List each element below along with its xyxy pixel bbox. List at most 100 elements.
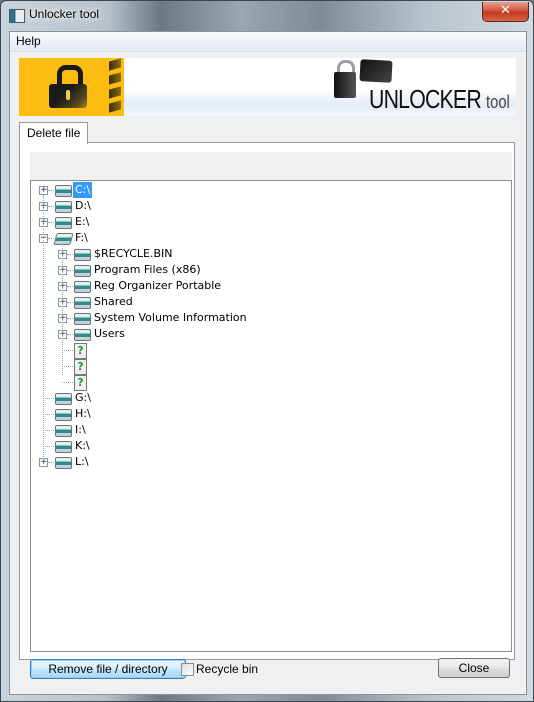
tree-node-label[interactable]: Program Files (x86)	[92, 262, 203, 278]
banner: UNLOCKER tool	[19, 58, 516, 116]
tree-connector	[62, 350, 73, 351]
tree-node[interactable]: ?	[31, 374, 509, 391]
recycle-bin-checkbox[interactable]	[181, 663, 194, 676]
padlock-body	[49, 84, 87, 108]
tree-connector	[43, 414, 54, 415]
tree-node-label[interactable]: G:\	[73, 390, 93, 406]
drive-icon	[53, 231, 74, 245]
drive-icon	[55, 199, 72, 213]
hazard-stripe	[109, 86, 121, 99]
logo-sub: tool	[486, 92, 510, 112]
window-title: Unlocker tool	[29, 7, 100, 21]
drive-icon	[55, 407, 72, 421]
tree-node-label[interactable]: Reg Organizer Portable	[92, 278, 223, 294]
close-button[interactable]: Close	[438, 658, 510, 678]
keyhole-icon	[66, 90, 70, 100]
expand-icon[interactable]: +	[39, 186, 48, 195]
tree-node-label[interactable]: Shared	[92, 294, 135, 310]
unlocker-logo: UNLOCKER tool	[369, 84, 510, 115]
tree-node-label[interactable]: L:\	[73, 454, 91, 470]
logo-tag-icon	[359, 59, 393, 83]
tree-connector	[43, 398, 54, 399]
unknown-file-icon: ?	[74, 343, 87, 359]
menu-help[interactable]: Help	[16, 34, 41, 48]
folder-icon	[74, 311, 91, 325]
tree-connector	[43, 430, 54, 431]
tree-connector	[62, 243, 63, 375]
tree-node[interactable]: + Shared	[31, 294, 509, 310]
tree-node[interactable]: G:\	[31, 390, 509, 406]
tree-connector	[62, 366, 73, 367]
folder-icon	[74, 279, 91, 293]
tree-node-label[interactable]: I:\	[73, 422, 88, 438]
tree-connector	[67, 270, 73, 271]
tree-connector	[48, 222, 54, 223]
tree-connector	[62, 382, 73, 383]
tree-connector	[67, 302, 73, 303]
tree-node[interactable]: − F:\	[31, 230, 509, 246]
tree-connector	[43, 446, 54, 447]
tree-node[interactable]: + Reg Organizer Portable	[31, 278, 509, 294]
tree-node-label[interactable]: C:\	[73, 182, 93, 198]
unlocker-window: Unlocker tool ✕ Help UNLOCKER tool Delet…	[0, 0, 534, 702]
folder-icon	[74, 295, 91, 309]
folder-icon	[74, 263, 91, 277]
title-bar[interactable]: Unlocker tool ✕	[1, 1, 533, 30]
tree-node[interactable]: I:\	[31, 422, 509, 438]
tree-node-label[interactable]: $RECYCLE.BIN	[92, 246, 174, 262]
recycle-bin-label[interactable]: Recycle bin	[196, 662, 258, 676]
tree-node[interactable]: + System Volume Information	[31, 310, 509, 326]
tree-node-label[interactable]: Users	[92, 326, 127, 342]
padlock-icon	[19, 58, 124, 116]
tree-node[interactable]: H:\	[31, 406, 509, 422]
tree-node[interactable]: + Users	[31, 326, 509, 342]
tree-connector	[48, 190, 54, 191]
logo-lock-icon	[334, 72, 356, 98]
tree-connector	[48, 462, 54, 463]
drive-icon	[55, 391, 72, 405]
drive-icon	[55, 215, 72, 229]
tree-node[interactable]: + L:\	[31, 454, 509, 470]
folder-icon	[74, 247, 91, 261]
tree-node-label[interactable]: E:\	[73, 214, 91, 230]
window-close-button[interactable]: ✕	[482, 2, 529, 22]
tree-node[interactable]: K:\	[31, 438, 509, 454]
tree-connector	[67, 286, 73, 287]
tree-node[interactable]: + E:\	[31, 214, 509, 230]
unknown-file-icon: ?	[74, 359, 87, 375]
hazard-stripe	[109, 100, 121, 113]
tree-connector	[67, 254, 73, 255]
logo-brand: UNLOCKER	[369, 84, 482, 114]
tree-connector	[48, 238, 54, 239]
remove-file-button[interactable]: Remove file / directory	[30, 659, 186, 679]
tree-node[interactable]: ?	[31, 358, 509, 375]
drive-icon	[55, 423, 72, 437]
close-icon: ✕	[500, 3, 511, 18]
tree-node-label[interactable]: System Volume Information	[92, 310, 249, 326]
tree-node-label[interactable]: F:\	[73, 230, 90, 246]
tree-connector	[67, 318, 73, 319]
tree-node[interactable]: + C:\	[31, 182, 509, 198]
client-area: Help UNLOCKER tool Delete file + C:\ + D:\ +…	[9, 31, 527, 695]
hazard-stripe	[109, 58, 121, 71]
tree-connector	[48, 206, 54, 207]
tree-node-label[interactable]: K:\	[73, 438, 92, 454]
tree-node[interactable]: ?	[31, 342, 509, 359]
tree-node[interactable]: + Program Files (x86)	[31, 262, 509, 278]
drive-icon	[55, 455, 72, 469]
tree-node-label[interactable]: D:\	[73, 198, 93, 214]
tree-node[interactable]: + D:\	[31, 198, 509, 214]
drive-icon	[55, 183, 72, 197]
path-display	[30, 152, 512, 180]
folder-icon	[74, 327, 91, 341]
delete-file-panel: + C:\ + D:\ + E:\ − F:\ + $RECYCLE.BIN + Program Fi…	[19, 142, 515, 660]
hazard-stripe	[109, 72, 121, 85]
tree-connector	[43, 195, 44, 461]
folder-tree[interactable]: + C:\ + D:\ + E:\ − F:\ + $RECYCLE.BIN + Program Fi…	[30, 180, 512, 652]
app-icon	[9, 9, 25, 23]
tree-connector	[67, 334, 73, 335]
tree-node-label[interactable]: H:\	[73, 406, 93, 422]
tree-node[interactable]: + $RECYCLE.BIN	[31, 246, 509, 262]
tab-delete-file[interactable]: Delete file	[19, 122, 89, 144]
menu-bar: Help	[10, 32, 526, 52]
